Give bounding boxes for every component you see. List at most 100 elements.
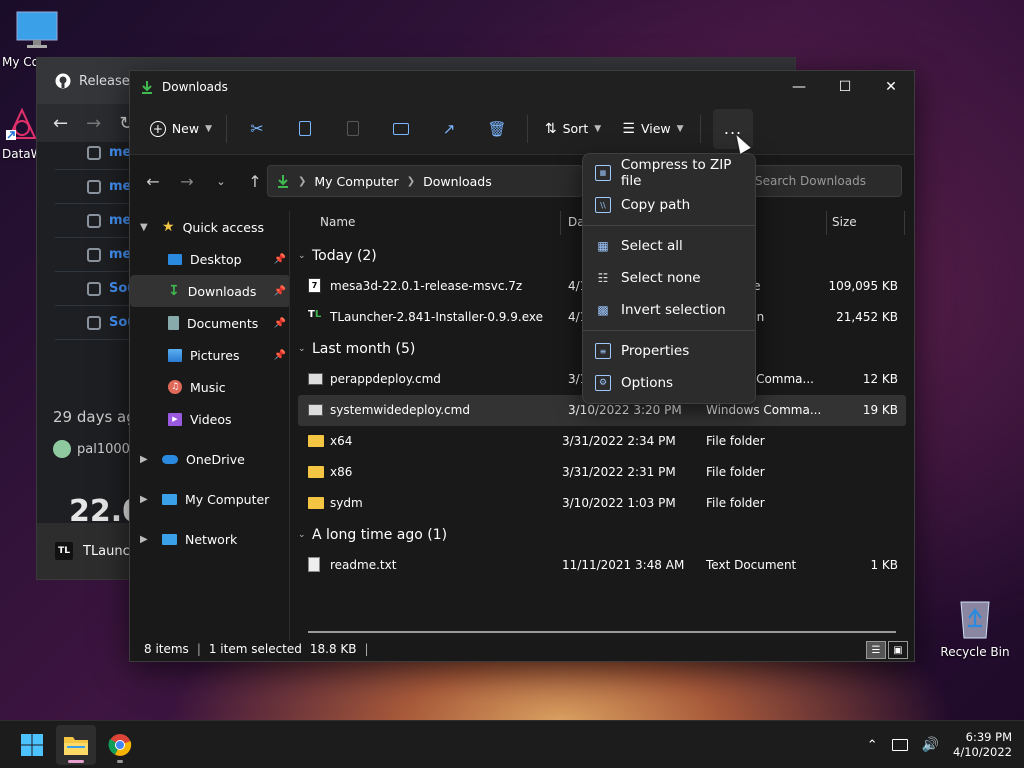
back-button[interactable]: ← — [138, 166, 168, 196]
chrome-icon — [108, 734, 132, 756]
delete-button[interactable]: 🗑 — [473, 111, 521, 147]
forward-arrow-icon[interactable]: → — [86, 113, 101, 134]
file-row[interactable]: x86 3/31/2022 2:31 PM File folder — [298, 457, 906, 488]
paste-button[interactable] — [329, 111, 377, 147]
menu-item-copy-path[interactable]: \\ Copy path — [583, 189, 755, 221]
volume-icon[interactable]: 🔊 — [922, 737, 939, 753]
taskbar: ⌃ 🔊 6:39 PM 4/10/2022 — [0, 720, 1024, 768]
close-button[interactable]: ✕ — [868, 71, 914, 103]
dataw-icon — [6, 107, 37, 140]
taskbar-chrome[interactable] — [100, 725, 140, 765]
status-separator: | — [364, 642, 369, 656]
sidebar-item-quick-access[interactable]: ▼ ★ Quick access — [130, 211, 290, 243]
horizontal-scrollbar[interactable] — [308, 631, 896, 633]
menu-item-properties[interactable]: ≡ Properties — [583, 335, 755, 367]
folder-icon — [308, 435, 324, 447]
file-date: 3/31/2022 2:31 PM — [562, 465, 676, 479]
recent-locations-button[interactable]: ⌄ — [206, 166, 236, 196]
network-status-icon[interactable] — [891, 739, 908, 751]
menu-item-label: Invert selection — [621, 302, 726, 318]
cmd-file-icon — [308, 373, 323, 385]
menu-item-options[interactable]: ⚙ Options — [583, 367, 755, 399]
tiles-view-icon[interactable]: ▣ — [888, 641, 908, 659]
menu-item-select-all[interactable]: ▦ Select all — [583, 230, 755, 262]
title-bar[interactable]: Downloads — ☐ ✕ — [130, 71, 914, 103]
file-row[interactable]: sydm 3/10/2022 1:03 PM File folder — [298, 488, 906, 519]
sidebar-item-onedrive[interactable]: ▶ OneDrive — [130, 443, 290, 475]
browser-tab[interactable]: Releases — [55, 73, 137, 89]
share-button[interactable]: ↗ — [425, 111, 473, 147]
pin-icon[interactable]: 📌 — [274, 286, 286, 297]
pin-icon[interactable]: 📌 — [274, 254, 286, 265]
file-date: 3/31/2022 2:34 PM — [562, 434, 676, 448]
windows-logo-icon — [21, 734, 43, 756]
file-type: s Comma... — [746, 372, 814, 386]
desktop-icon-recycle-bin[interactable]: Recycle Bin — [940, 596, 1010, 659]
menu-separator — [583, 225, 755, 226]
download-arrow-icon — [278, 175, 288, 188]
file-row[interactable]: x64 3/31/2022 2:34 PM File folder — [298, 426, 906, 457]
release-author[interactable]: pal1000 — [53, 440, 130, 458]
chevron-up-icon[interactable]: ⌃ — [867, 738, 878, 753]
column-header-size[interactable]: Size — [832, 215, 857, 229]
column-header-name[interactable]: Name — [320, 215, 355, 229]
sidebar-item-music[interactable]: ♫ Music — [130, 371, 290, 403]
command-bar: + New ▼ ✂ ↗ 🗑 ⇅ Sort ▼ ☰ View ▼ ... — [130, 103, 914, 155]
active-indicator — [68, 760, 84, 763]
sidebar-item-desktop[interactable]: Desktop 📌 — [130, 243, 290, 275]
minimize-button[interactable]: — — [776, 71, 822, 103]
github-icon — [55, 73, 71, 89]
up-button[interactable]: ↑ — [240, 166, 270, 196]
column-divider[interactable] — [560, 211, 561, 235]
sidebar-item-documents[interactable]: Documents 📌 — [130, 307, 290, 339]
sidebar-item-my-computer[interactable]: ▶ My Computer — [130, 483, 290, 515]
file-row[interactable]: readme.txt 11/11/2021 3:48 AM Text Docum… — [298, 550, 906, 581]
taskbar-file-explorer[interactable] — [56, 725, 96, 765]
sidebar-item-network[interactable]: ▶ Network — [130, 523, 290, 555]
group-header-long-time-ago[interactable]: ⌄ A long time ago (1) — [298, 519, 906, 550]
author-name: pal1000 — [77, 441, 130, 457]
breadcrumb-downloads[interactable]: Downloads — [423, 174, 492, 189]
sidebar-item-downloads[interactable]: ↧ Downloads 📌 — [130, 275, 290, 307]
rename-button[interactable] — [377, 111, 425, 147]
column-divider[interactable] — [826, 211, 827, 235]
folder-icon — [64, 737, 88, 755]
file-name: x64 — [330, 434, 353, 448]
desktop-icon-label: Recycle Bin — [940, 645, 1010, 659]
breadcrumb-my-computer[interactable]: My Computer — [314, 174, 398, 189]
file-explorer-window[interactable]: Downloads — ☐ ✕ + New ▼ ✂ ↗ 🗑 ⇅ Sort ▼ ☰… — [129, 70, 915, 662]
menu-item-select-none[interactable]: ☷ Select none — [583, 262, 755, 294]
clock[interactable]: 6:39 PM 4/10/2022 — [953, 730, 1012, 760]
menu-item-compress-zip[interactable]: ▦ Compress to ZIP file — [583, 157, 755, 189]
pin-icon[interactable]: 📌 — [274, 318, 286, 329]
back-arrow-icon[interactable]: ← — [53, 113, 68, 134]
new-button[interactable]: + New ▼ — [142, 111, 220, 147]
pane-divider[interactable] — [289, 211, 290, 641]
window-title: Downloads — [162, 80, 228, 94]
view-button[interactable]: ☰ View ▼ — [612, 111, 694, 147]
forward-button[interactable]: → — [172, 166, 202, 196]
copy-button[interactable] — [281, 111, 329, 147]
details-view-icon[interactable]: ☰ — [866, 641, 886, 659]
toolbar-divider — [226, 114, 227, 143]
chevron-down-icon: ▼ — [140, 221, 148, 233]
start-button[interactable] — [12, 725, 52, 765]
menu-item-invert-selection[interactable]: ▩ Invert selection — [583, 294, 755, 326]
search-input[interactable]: Search Downloads — [744, 165, 902, 197]
sort-button-label: Sort — [562, 121, 589, 136]
see-more-menu: ▦ Compress to ZIP file \\ Copy path ▦ Se… — [582, 153, 756, 404]
sidebar-item-label: My Computer — [185, 491, 270, 507]
maximize-button[interactable]: ☐ — [822, 71, 868, 103]
sort-button[interactable]: ⇅ Sort ▼ — [534, 111, 612, 147]
package-icon — [87, 247, 101, 262]
menu-item-label: Select all — [621, 238, 683, 254]
column-divider[interactable] — [904, 211, 905, 235]
chevron-down-icon: ⌄ — [298, 250, 306, 261]
sidebar-item-pictures[interactable]: Pictures 📌 — [130, 339, 290, 371]
copy-icon — [299, 121, 311, 136]
cut-button[interactable]: ✂ — [233, 111, 281, 147]
sidebar-item-videos[interactable]: ▶ Videos — [130, 403, 290, 435]
pin-icon[interactable]: 📌 — [274, 350, 286, 361]
address-bar[interactable]: ❯ My Computer ❯ Downloads — [267, 165, 583, 197]
